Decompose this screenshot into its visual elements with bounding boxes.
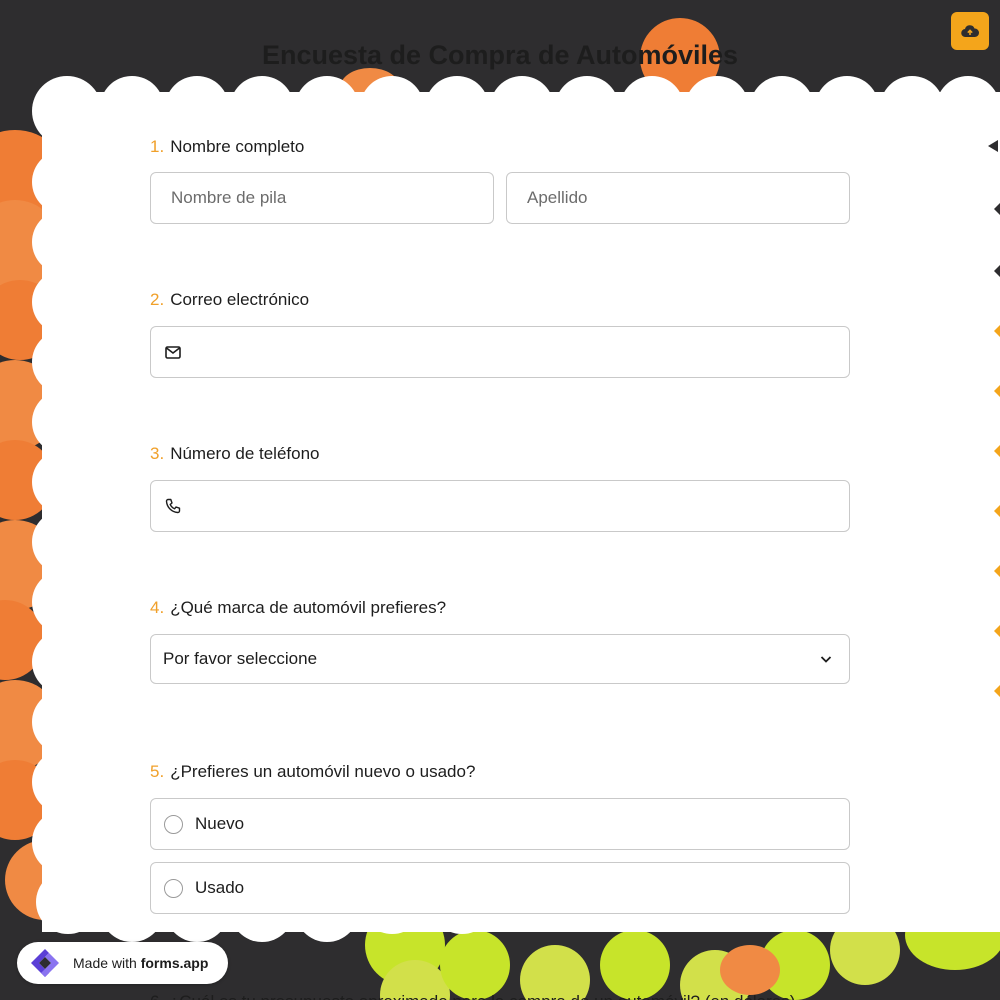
page: Encuesta de Compra de Automóviles 1. Nom… (0, 0, 1000, 1000)
question-text: ¿Prefieres un automóvil nuevo o usado? (170, 762, 476, 781)
question-4-label: 4. ¿Qué marca de automóvil prefieres? (150, 598, 446, 618)
radio-button[interactable] (164, 814, 183, 834)
chevron-down-icon (820, 656, 832, 663)
phone-input[interactable] (150, 480, 850, 532)
last-name-input[interactable]: Apellido (506, 172, 850, 224)
question-text: Nombre completo (170, 137, 305, 156)
question-number: 4. (150, 598, 165, 617)
email-input[interactable] (150, 326, 850, 378)
made-with-badge[interactable]: Made with forms.app (17, 942, 228, 984)
badge-prefix: Made with (73, 955, 141, 971)
question-number: 5. (150, 762, 165, 781)
radio-option-label: Nuevo (195, 814, 245, 833)
radio-option-label: Usado (195, 878, 245, 897)
cloud-upload-icon (961, 25, 979, 38)
question-text: ¿Qué marca de automóvil prefieres? (170, 598, 447, 617)
question-number: 1. (150, 137, 165, 156)
radio-option-usado[interactable]: Usado (150, 862, 850, 914)
car-brand-select[interactable]: Por favor seleccione (150, 634, 850, 684)
first-name-placeholder: Nombre de pila (171, 188, 287, 207)
select-value: Por favor seleccione (163, 649, 318, 668)
forms-app-logo-icon (31, 949, 59, 977)
question-1-label: 1. Nombre completo (150, 137, 304, 157)
question-5-label: 5. ¿Prefieres un automóvil nuevo o usado? (150, 762, 475, 782)
phone-icon (151, 498, 195, 514)
radio-option-nuevo[interactable]: Nuevo (150, 798, 850, 850)
first-name-input[interactable]: Nombre de pila (150, 172, 494, 224)
last-name-placeholder: Apellido (527, 188, 588, 207)
badge-brand: forms.app (140, 955, 209, 971)
upload-button[interactable] (951, 12, 989, 50)
envelope-icon (151, 345, 195, 359)
next-question-label: 6. ¿Cuál es tu presupuesto aproximado pa… (150, 992, 795, 1000)
radio-button[interactable] (164, 878, 183, 898)
question-number: 2. (150, 290, 165, 309)
badge-text: Made with forms.app (73, 955, 208, 971)
question-number: 3. (150, 444, 165, 463)
question-text: Correo electrónico (170, 290, 310, 309)
page-title: Encuesta de Compra de Automóviles (261, 40, 739, 70)
question-2-label: 2. Correo electrónico (150, 290, 309, 310)
question-text: Número de teléfono (170, 444, 320, 463)
question-3-label: 3. Número de teléfono (150, 444, 320, 464)
